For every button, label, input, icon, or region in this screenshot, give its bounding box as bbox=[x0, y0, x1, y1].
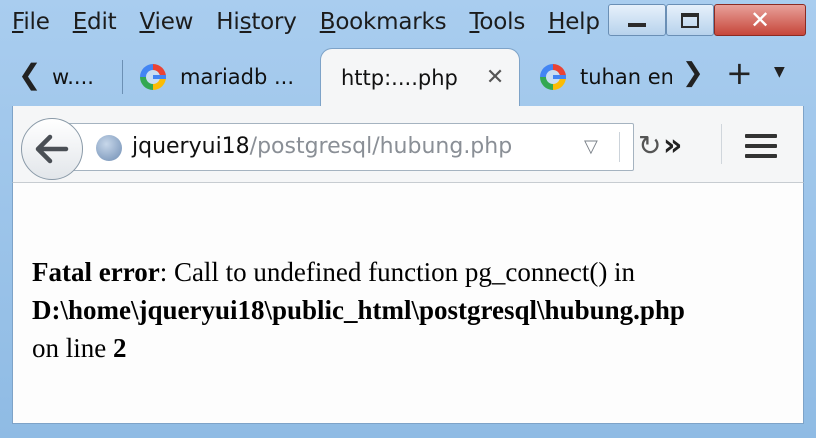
url-text: jqueryui18/postgresql/hubung.php bbox=[132, 134, 512, 159]
tab-scroll-right-button[interactable]: ❯ bbox=[682, 58, 704, 88]
new-tab-button[interactable]: + bbox=[726, 54, 753, 92]
back-button[interactable] bbox=[21, 118, 83, 180]
line-number: 2 bbox=[113, 333, 127, 363]
line-prefix: on line bbox=[32, 333, 113, 363]
tab-active-label: http:....php bbox=[341, 65, 458, 90]
tab-separator bbox=[122, 60, 123, 94]
menu-tools[interactable]: Tools bbox=[469, 9, 525, 35]
back-arrow-icon bbox=[35, 134, 69, 164]
url-separator bbox=[619, 132, 620, 162]
hamburger-menu-icon[interactable] bbox=[745, 134, 777, 164]
menu-view[interactable]: View bbox=[139, 9, 193, 35]
overflow-menu-button[interactable]: » bbox=[663, 128, 683, 163]
tab-active[interactable]: http:....php ✕ bbox=[320, 48, 520, 106]
url-path: /postgresql/hubung.php bbox=[249, 134, 513, 159]
tab-mariadb-label: mariadb ... bbox=[180, 65, 295, 89]
menu-file[interactable]: File bbox=[12, 9, 50, 35]
maximize-icon bbox=[681, 12, 699, 28]
globe-icon bbox=[96, 135, 122, 161]
menu-help[interactable]: Help bbox=[548, 9, 600, 35]
error-path: D:\home\jqueryui18\public_html\postgresq… bbox=[32, 295, 685, 325]
menu-edit[interactable]: Edit bbox=[73, 9, 117, 35]
url-bar[interactable]: jqueryui18/postgresql/hubung.php ▽ ↻ bbox=[61, 123, 661, 171]
menu-bar: File Edit View History Bookmarks Tools H… bbox=[12, 3, 623, 41]
tab-1[interactable]: w.... bbox=[52, 56, 118, 98]
error-label: Fatal error bbox=[32, 257, 160, 287]
url-dropdown-icon[interactable]: ▽ bbox=[584, 136, 598, 157]
error-text: : Call to undefined function pg_connect(… bbox=[159, 257, 636, 287]
navigation-toolbar: jqueryui18/postgresql/hubung.php ▽ ↻ » bbox=[12, 106, 804, 182]
menu-history[interactable]: History bbox=[216, 9, 297, 35]
google-icon bbox=[540, 64, 566, 90]
minimize-icon bbox=[628, 23, 646, 27]
tab-1-label: w.... bbox=[52, 65, 94, 89]
reload-icon[interactable]: ↻ bbox=[638, 129, 661, 162]
tab-strip: ❮ w.... mariadb ... http:....php ✕ tuhan… bbox=[0, 46, 816, 108]
google-icon bbox=[140, 64, 166, 90]
maximize-button[interactable] bbox=[666, 4, 714, 36]
tab-tuhan[interactable]: tuhan en bbox=[540, 56, 672, 98]
tab-scroll-left-button[interactable]: ❮ bbox=[18, 58, 41, 91]
minimize-button[interactable] bbox=[608, 4, 666, 36]
close-icon: ✕ bbox=[749, 6, 771, 34]
url-host: jqueryui18 bbox=[132, 134, 250, 159]
tab-close-icon[interactable]: ✕ bbox=[486, 65, 504, 90]
page-content: Fatal error: Call to undefined function … bbox=[12, 182, 804, 424]
browser-window: File Edit View History Bookmarks Tools H… bbox=[0, 0, 816, 438]
toolbar-separator bbox=[721, 124, 722, 164]
tab-tuhan-label: tuhan en bbox=[580, 65, 672, 89]
close-window-button[interactable]: ✕ bbox=[714, 4, 806, 36]
list-all-tabs-button[interactable]: ▼ bbox=[774, 64, 785, 80]
menu-bookmarks[interactable]: Bookmarks bbox=[320, 9, 447, 35]
tab-mariadb[interactable]: mariadb ... bbox=[140, 56, 310, 98]
error-message: Fatal error: Call to undefined function … bbox=[32, 253, 792, 367]
